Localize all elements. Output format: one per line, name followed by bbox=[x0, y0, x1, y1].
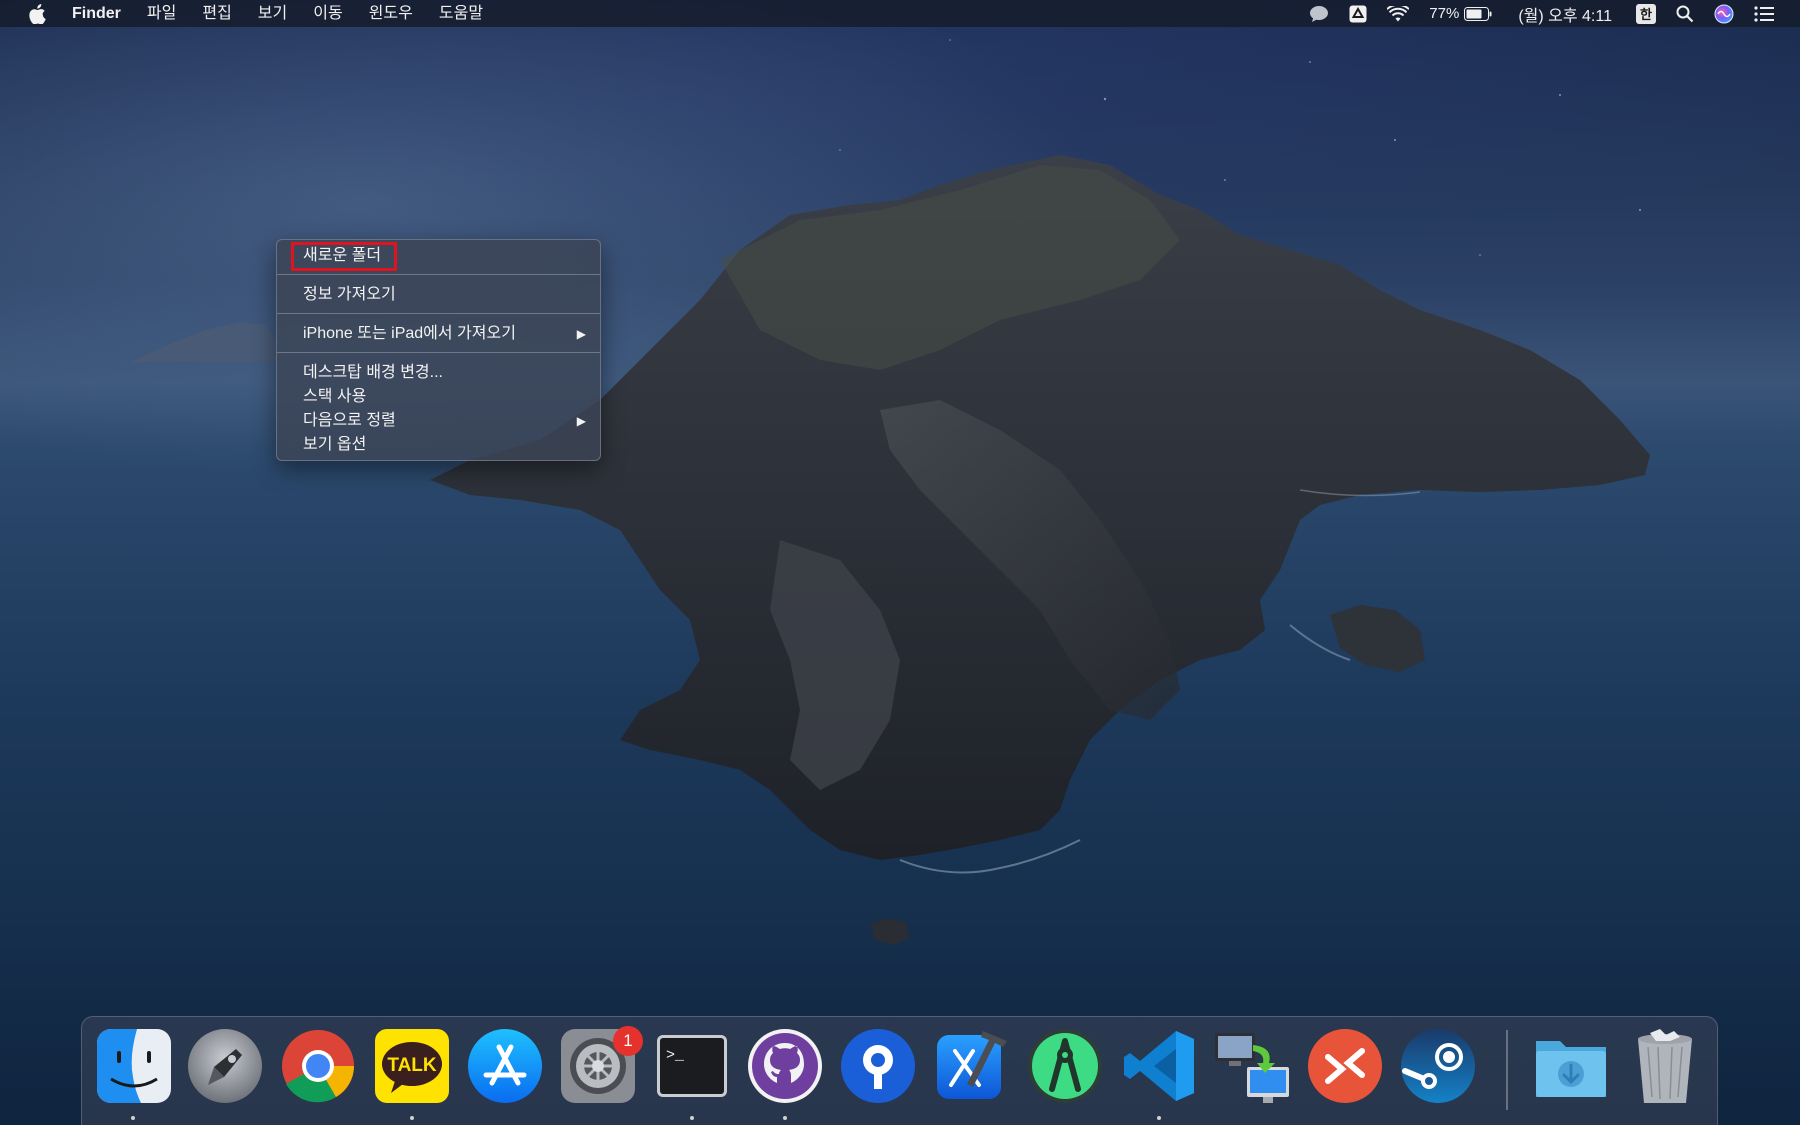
apple-menu-icon[interactable] bbox=[24, 3, 50, 24]
android-studio-icon[interactable] bbox=[1026, 1027, 1104, 1105]
migration-assistant-icon[interactable] bbox=[1213, 1027, 1291, 1105]
menu-item-new-folder[interactable]: 새로운 폴더 bbox=[277, 242, 600, 271]
menu-separator bbox=[277, 313, 600, 314]
menu-app-name[interactable]: Finder bbox=[70, 0, 134, 27]
menu-item-view-options-label: 보기 옵션 bbox=[303, 436, 367, 453]
menu-item-sort-by-label: 다음으로 정렬 bbox=[303, 412, 396, 429]
running-indicator-github-desktop bbox=[783, 1116, 787, 1120]
kakaotalk-label: TALK bbox=[387, 1055, 437, 1076]
xcode-icon[interactable] bbox=[933, 1027, 1011, 1105]
menu-item-use-stacks-label: 스택 사용 bbox=[303, 388, 367, 405]
running-indicator-kakaotalk bbox=[410, 1116, 414, 1120]
menu-window[interactable]: 윈도우 bbox=[356, 0, 426, 27]
menu-view[interactable]: 보기 bbox=[245, 0, 300, 27]
steam-icon[interactable] bbox=[1399, 1027, 1477, 1105]
menu-file[interactable]: 파일 bbox=[134, 0, 189, 27]
running-indicator-finder bbox=[131, 1116, 135, 1120]
submenu-arrow-icon: ▶ bbox=[576, 327, 586, 341]
input-method-indicator[interactable]: 한 bbox=[1626, 0, 1666, 27]
remote-desktop-icon[interactable] bbox=[1306, 1027, 1384, 1105]
menu-edit[interactable]: 편집 bbox=[189, 0, 244, 27]
google-drive-icon[interactable] bbox=[1339, 0, 1377, 27]
terminal-icon[interactable]: >_ bbox=[653, 1027, 731, 1105]
catalina-island-illustration bbox=[130, 155, 1650, 945]
input-method-label: 한 bbox=[1636, 3, 1656, 24]
kakaotalk-icon[interactable]: TALK bbox=[373, 1027, 451, 1105]
notification-center-icon[interactable] bbox=[1744, 0, 1784, 27]
app-store-icon[interactable] bbox=[466, 1027, 544, 1105]
finder-icon[interactable] bbox=[95, 1027, 173, 1105]
spotlight-search-icon[interactable] bbox=[1666, 0, 1704, 27]
menu-separator bbox=[277, 274, 600, 275]
wifi-icon[interactable] bbox=[1377, 0, 1419, 27]
menu-item-get-info[interactable]: 정보 가져오기 bbox=[277, 283, 600, 307]
downloads-folder-icon[interactable] bbox=[1532, 1027, 1610, 1105]
clock[interactable]: (월) 오후 4:11 bbox=[1502, 0, 1626, 27]
menu-item-change-background[interactable]: 데스크탑 배경 변경... bbox=[277, 361, 600, 385]
dock-separator bbox=[1506, 1030, 1508, 1110]
menu-item-new-folder-label: 새로운 폴더 bbox=[303, 247, 382, 264]
submenu-arrow-icon: ▶ bbox=[576, 414, 586, 428]
menu-bar: Finder 파일 편집 보기 이동 윈도우 도움말 77% (월) 오후 4:… bbox=[0, 0, 1800, 27]
vscode-icon[interactable] bbox=[1120, 1027, 1198, 1105]
siri-icon[interactable] bbox=[1704, 0, 1744, 27]
battery-status[interactable]: 77% bbox=[1419, 0, 1502, 27]
github-desktop-icon[interactable] bbox=[746, 1027, 824, 1105]
menu-item-use-stacks[interactable]: 스택 사용 bbox=[277, 385, 600, 409]
menu-separator bbox=[277, 352, 600, 353]
running-indicator-vscode bbox=[1157, 1116, 1161, 1120]
menu-go[interactable]: 이동 bbox=[300, 0, 355, 27]
menu-item-sort-by[interactable]: 다음으로 정렬 ▶ bbox=[277, 409, 600, 433]
menu-item-get-info-label: 정보 가져오기 bbox=[303, 286, 396, 303]
menu-item-import-label: iPhone 또는 iPad에서 가져오기 bbox=[303, 325, 516, 342]
messages-status-icon[interactable] bbox=[1299, 0, 1339, 27]
menu-item-view-options[interactable]: 보기 옵션 bbox=[277, 433, 600, 457]
chrome-icon[interactable] bbox=[279, 1027, 357, 1105]
desktop-context-menu: 새로운 폴더 정보 가져오기 iPhone 또는 iPad에서 가져오기 ▶ 데… bbox=[276, 239, 601, 461]
terminal-prompt: >_ bbox=[666, 1047, 685, 1064]
sourcetree-icon[interactable] bbox=[839, 1027, 917, 1105]
notification-badge: 1 bbox=[613, 1026, 643, 1056]
launchpad-icon[interactable] bbox=[186, 1027, 264, 1105]
battery-icon bbox=[1464, 6, 1492, 21]
menu-help[interactable]: 도움말 bbox=[426, 0, 496, 27]
menu-item-import-from-device[interactable]: iPhone 또는 iPad에서 가져오기 ▶ bbox=[277, 322, 600, 346]
running-indicator-terminal bbox=[690, 1116, 694, 1120]
battery-percent: 77% bbox=[1429, 5, 1460, 22]
trash-icon[interactable] bbox=[1626, 1027, 1704, 1105]
menu-item-change-background-label: 데스크탑 배경 변경... bbox=[303, 364, 443, 381]
